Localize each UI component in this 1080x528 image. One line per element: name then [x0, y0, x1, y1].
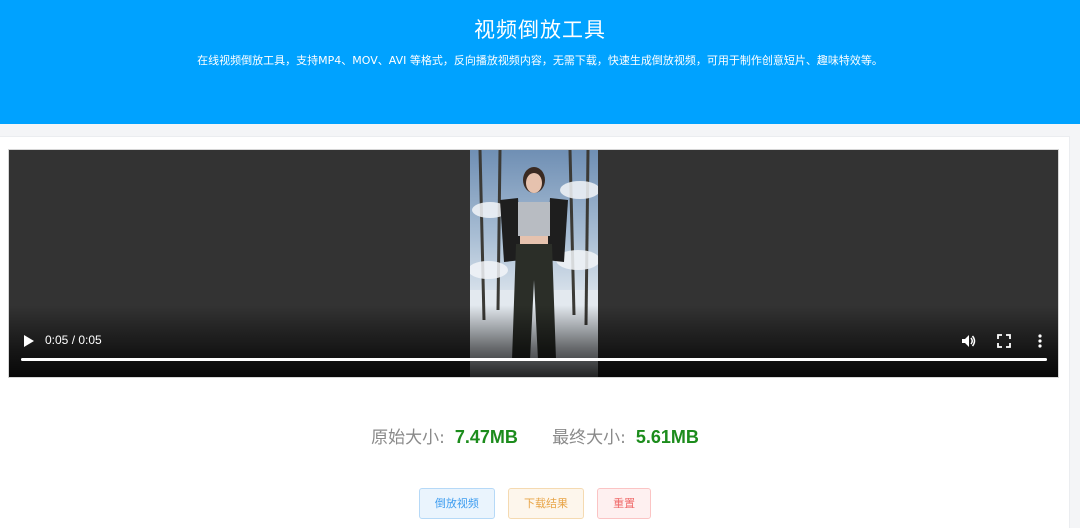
time-display: 0:05 / 0:05: [45, 333, 102, 347]
more-options-icon[interactable]: [1032, 333, 1048, 349]
tool-card: 0:05 / 0:05 原始大小: 7.47MB 最终大小: 5.61MB 倒放视频…: [0, 136, 1070, 528]
video-player[interactable]: 0:05 / 0:05: [8, 149, 1059, 378]
page-description: 在线视频倒放工具，支持MP4、MOV、AVI 等格式，反向播放视频内容，无需下载…: [197, 54, 883, 67]
progress-fill: [21, 358, 1047, 361]
download-result-button[interactable]: 下载结果: [508, 488, 584, 519]
reset-button[interactable]: 重置: [597, 488, 652, 519]
final-size-label: 最终大小:: [552, 428, 626, 448]
volume-icon[interactable]: [960, 333, 976, 349]
action-buttons: 倒放视频 下载结果 重置: [0, 488, 1070, 519]
fullscreen-icon[interactable]: [996, 333, 1012, 349]
final-size-value: 5.61MB: [635, 427, 699, 447]
original-size-value: 7.47MB: [454, 427, 518, 447]
header-banner: 视频倒放工具 在线视频倒放工具，支持MP4、MOV、AVI 等格式，反向播放视频…: [0, 0, 1080, 124]
original-size-label: 原始大小:: [371, 428, 445, 448]
progress-bar[interactable]: [21, 358, 1047, 361]
size-summary: 原始大小: 7.47MB 最终大小: 5.61MB: [0, 423, 1070, 448]
play-icon[interactable]: [23, 334, 35, 348]
page-title: 视频倒放工具: [474, 18, 606, 42]
reverse-video-button[interactable]: 倒放视频: [418, 488, 495, 519]
controls-overlay: [9, 305, 1058, 377]
